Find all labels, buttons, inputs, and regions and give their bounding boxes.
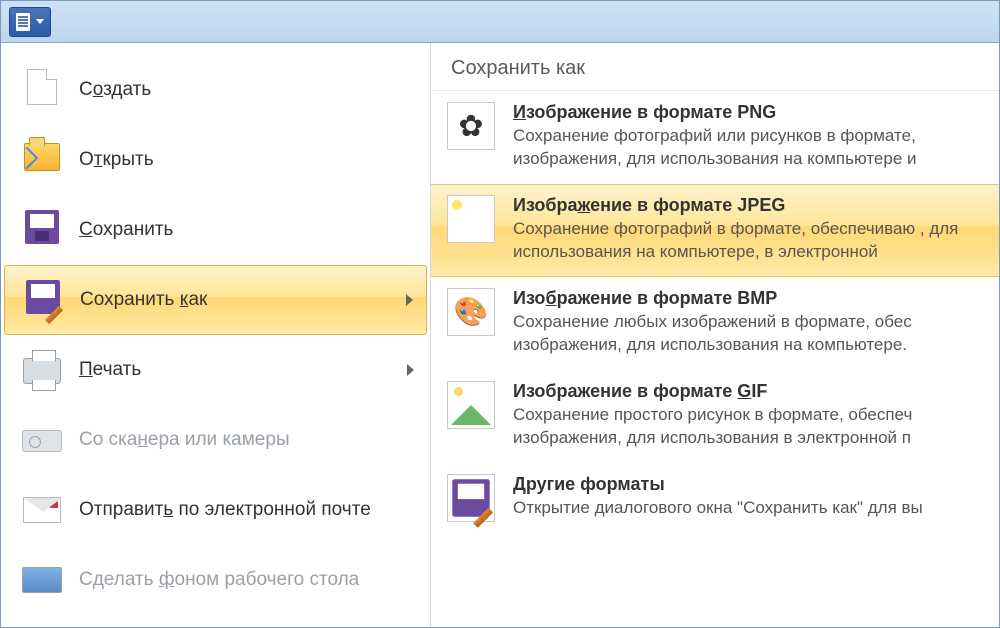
format-desc: Открытие диалогового окна "Сохранить как… [513, 497, 983, 520]
menu-label: Со сканера или камеры [79, 429, 290, 451]
paint-file-menu: Создать Открыть Сохранить Сохранить как [0, 0, 1000, 628]
menu-item-save-as[interactable]: Сохранить как [4, 265, 427, 335]
menu-label: Печать [79, 359, 141, 381]
document-icon [16, 13, 30, 31]
format-desc: Сохранение фотографий или рисунков в фор… [513, 125, 983, 171]
file-menu-button[interactable] [9, 7, 51, 37]
format-item-bmp[interactable]: 🎨 Изображение в формате BMP Сохранение л… [431, 277, 999, 370]
bmp-icon: 🎨 [447, 288, 495, 336]
format-item-png[interactable]: ✿ Изображение в формате PNG Сохранение ф… [431, 91, 999, 184]
menu-label: Открыть [79, 149, 154, 171]
gif-icon [447, 381, 495, 429]
format-title: Изображение в формате GIF [513, 381, 983, 402]
save-as-heading: Сохранить как [431, 55, 999, 91]
chevron-right-icon [406, 294, 413, 306]
menu-item-set-desktop-bg: Сделать фоном рабочего стола [1, 545, 430, 615]
menu-item-send-email[interactable]: Отправить по электронной почте [1, 475, 430, 545]
printer-icon [21, 350, 63, 390]
menu-label: Сохранить [79, 219, 173, 241]
save-as-formats-pane: Сохранить как ✿ Изображение в формате PN… [431, 43, 999, 627]
format-title: Изображение в формате JPEG [513, 195, 983, 216]
format-title: Изображение в формате BMP [513, 288, 983, 309]
file-menu-panel: Создать Открыть Сохранить Сохранить как [1, 43, 999, 627]
format-item-gif[interactable]: Изображение в формате GIF Сохранение про… [431, 370, 999, 463]
mail-icon [21, 491, 63, 529]
titlebar [1, 1, 999, 43]
format-title: Изображение в формате PNG [513, 102, 983, 123]
format-item-jpeg[interactable]: Изображение в формате JPEG Сохранение фо… [431, 184, 999, 277]
format-title: Другие форматы [513, 474, 983, 495]
save-icon [21, 210, 63, 250]
jpeg-icon [447, 195, 495, 243]
menu-label: Создать [79, 79, 151, 101]
menu-item-print[interactable]: Печать [1, 335, 430, 405]
format-desc: Сохранение любых изображений в формате, … [513, 311, 983, 357]
chevron-right-icon [407, 364, 414, 376]
new-file-icon [21, 69, 63, 111]
menu-item-from-scanner: Со сканера или камеры [1, 405, 430, 475]
menu-label: Отправить по электронной почте [79, 499, 371, 521]
png-icon: ✿ [447, 102, 495, 150]
save-as-icon [22, 280, 64, 320]
menu-item-save[interactable]: Сохранить [1, 195, 430, 265]
menu-label: Сделать фоном рабочего стола [79, 569, 359, 591]
menu-item-new[interactable]: Создать [1, 55, 430, 125]
menu-label: Сохранить как [80, 289, 207, 311]
desktop-bg-icon [21, 561, 63, 599]
format-desc: Сохранение простого рисунок в формате, о… [513, 404, 983, 450]
format-desc: Сохранение фотографий в формате, обеспеч… [513, 218, 983, 264]
other-format-icon [447, 474, 495, 522]
chevron-down-icon [36, 19, 44, 24]
format-item-other[interactable]: Другие форматы Открытие диалогового окна… [431, 463, 999, 535]
open-folder-icon [21, 143, 63, 177]
menu-item-open[interactable]: Открыть [1, 125, 430, 195]
scanner-icon [21, 422, 63, 458]
file-menu-left: Создать Открыть Сохранить Сохранить как [1, 43, 431, 627]
